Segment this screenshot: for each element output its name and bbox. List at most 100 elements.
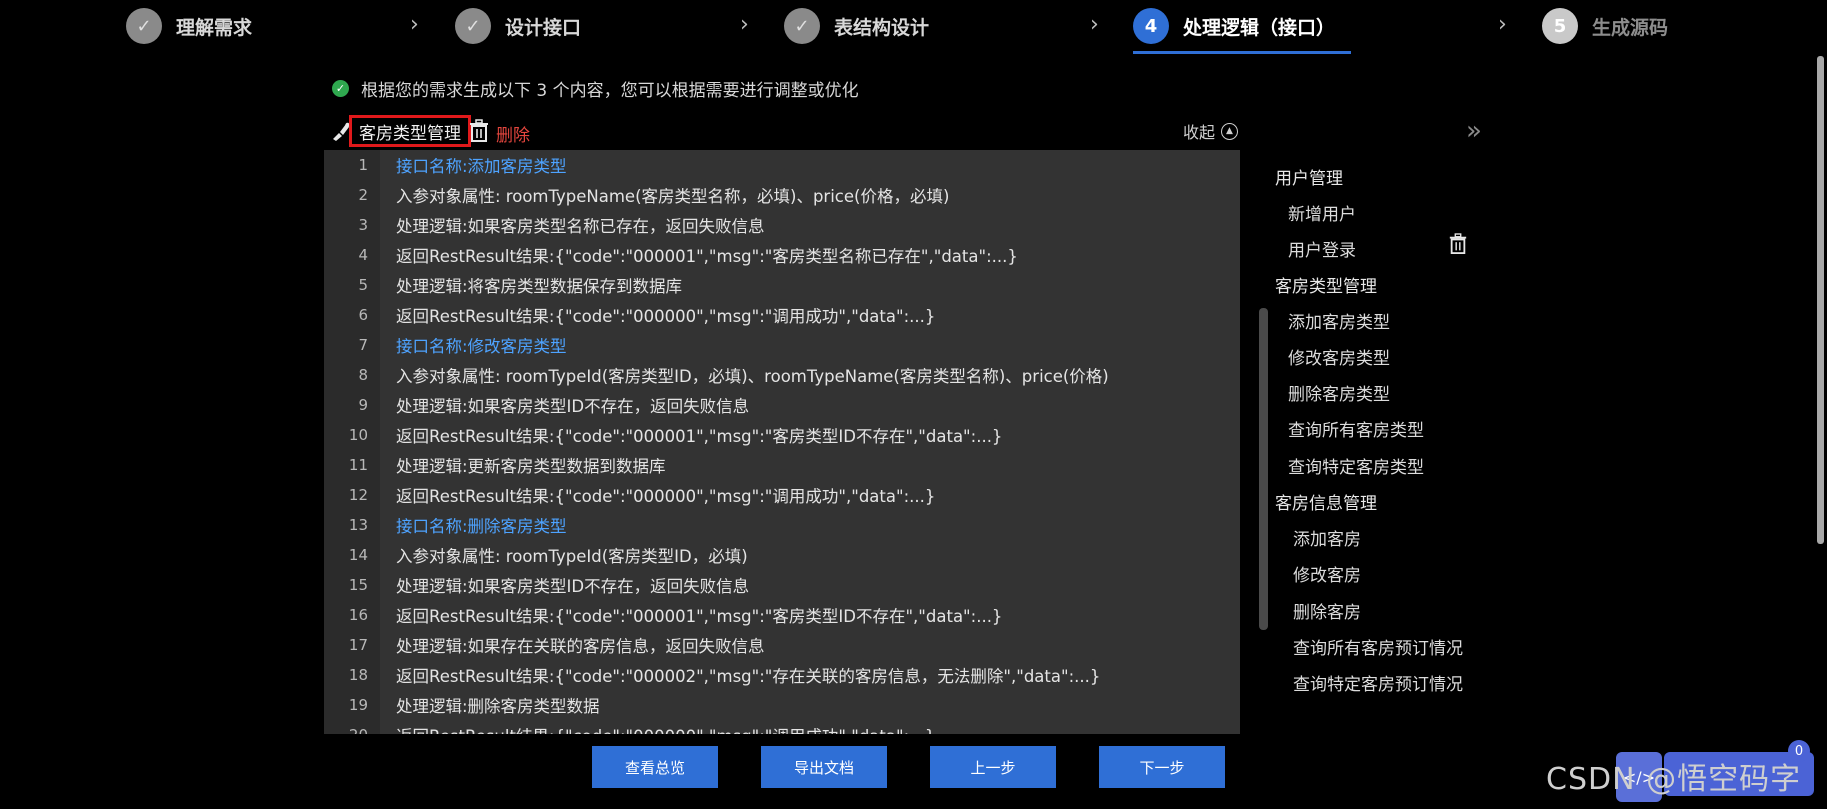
code-line-text: 处理逻辑:将客房类型数据保存到数据库	[396, 277, 683, 296]
tree-item[interactable]: 用户登录	[1288, 236, 1356, 261]
line-number: 20	[324, 726, 380, 734]
stepper: ✓ 理解需求 › ✓ 设计接口 › ✓ 表结构设计 › 4 处理逻辑（接口） ›…	[0, 0, 1827, 56]
trash-icon[interactable]	[1448, 233, 1468, 255]
export-document-button[interactable]: 导出文档	[761, 746, 887, 788]
line-number: 6	[358, 306, 368, 324]
code-line[interactable]: 8 入参对象属性: roomTypeId(客房类型ID，必填)、roomTypeN…	[324, 360, 1240, 390]
interface-name-line: 接口名称:删除客房类型	[396, 517, 567, 536]
line-number: 15	[348, 576, 368, 594]
code-line[interactable]: 1 接口名称:添加客房类型	[324, 150, 1240, 180]
code-line[interactable]: 3 处理逻辑:如果客房类型名称已存在，返回失败信息	[324, 210, 1240, 240]
module-name-input[interactable]: 客房类型管理	[349, 115, 471, 147]
code-line[interactable]: 6 返回RestResult结果:{"code":"000000","msg":"…	[324, 300, 1240, 330]
step-check-icon: ✓	[784, 8, 820, 44]
chevron-right-icon: ›	[740, 12, 749, 37]
collapse-label: 收起	[1182, 123, 1215, 142]
code-line-text: 处理逻辑:如果客房类型ID不存在，返回失败信息	[396, 397, 750, 416]
line-number: 9	[358, 396, 368, 414]
line-number: 8	[358, 366, 368, 384]
code-line[interactable]: 12 返回RestResult结果:{"code":"000000","msg":…	[324, 480, 1240, 510]
tree-item[interactable]: 查询特定客房类型	[1288, 453, 1424, 478]
step-understand-requirements[interactable]: ✓ 理解需求	[126, 6, 252, 46]
line-number: 18	[348, 666, 368, 684]
line-number: 12	[348, 486, 368, 504]
chevron-right-icon: ›	[1090, 12, 1099, 37]
chevron-right-icon: ›	[410, 12, 419, 37]
code-line[interactable]: 10 返回RestResult结果:{"code":"000001","msg":…	[324, 420, 1240, 450]
code-line-text: 返回RestResult结果:{"code":"000000","msg":"调…	[396, 307, 936, 326]
tree-group-user-management[interactable]: 用户管理	[1275, 164, 1343, 189]
code-line[interactable]: 18 返回RestResult结果:{"code":"000002","msg":…	[324, 660, 1240, 690]
code-line[interactable]: 4 返回RestResult结果:{"code":"000001","msg":"…	[324, 240, 1240, 270]
tree-item[interactable]: 修改客房类型	[1288, 344, 1390, 369]
code-line-text: 处理逻辑:如果存在关联的客房信息，返回失败信息	[396, 637, 765, 656]
code-line[interactable]: 17 处理逻辑:如果存在关联的客房信息，返回失败信息	[324, 630, 1240, 660]
step-design-interface[interactable]: ✓ 设计接口	[455, 6, 581, 46]
chevron-up-icon: ▲	[1221, 122, 1238, 140]
line-number: 10	[348, 426, 368, 444]
step-generate-source[interactable]: 5 生成源码	[1542, 6, 1668, 46]
code-line-text: 入参对象属性: roomTypeId(客房类型ID，必填)	[396, 547, 748, 566]
step-number: 4	[1133, 8, 1169, 44]
line-number: 1	[358, 156, 368, 174]
interface-name-line: 接口名称:添加客房类型	[396, 157, 567, 176]
chevron-right-icon: ›	[1498, 12, 1507, 37]
tree-item[interactable]: 查询所有客房类型	[1288, 416, 1424, 441]
next-step-button[interactable]: 下一步	[1099, 746, 1225, 788]
editor-scrollbar[interactable]	[1259, 308, 1268, 630]
tree-item[interactable]: 添加客房	[1293, 525, 1361, 550]
step-label: 生成源码	[1592, 16, 1669, 39]
step-label: 理解需求	[176, 16, 253, 39]
view-overview-button[interactable]: 查看总览	[592, 746, 718, 788]
line-number: 4	[358, 246, 368, 264]
check-circle-icon: ✓	[332, 80, 349, 97]
watermark: CSDN @悟空码字	[1546, 762, 1802, 797]
double-chevron-right-icon[interactable]: »	[1466, 116, 1482, 146]
delete-module-link[interactable]: 删除	[496, 121, 530, 146]
code-line[interactable]: 2 入参对象属性: roomTypeName(客房类型名称，必填)、price(价…	[324, 180, 1240, 210]
code-line-text: 处理逻辑:删除客房类型数据	[396, 697, 600, 716]
code-line-text: 返回RestResult结果:{"code":"000000","msg":"调…	[396, 487, 936, 506]
code-editor[interactable]: 1 接口名称:添加客房类型 2 入参对象属性: roomTypeName(客房类型名称…	[324, 150, 1240, 734]
code-line[interactable]: 14 入参对象属性: roomTypeId(客房类型ID，必填)	[324, 540, 1240, 570]
code-line[interactable]: 7 接口名称:修改客房类型	[324, 330, 1240, 360]
code-line-text: 返回RestResult结果:{"code":"000001","msg":"客…	[396, 607, 1003, 626]
step-table-design[interactable]: ✓ 表结构设计	[784, 6, 929, 46]
line-number: 17	[348, 636, 368, 654]
tree-item[interactable]: 查询所有客房预订情况	[1293, 634, 1463, 659]
tree-group-room-info-management[interactable]: 客房信息管理	[1275, 489, 1377, 514]
code-line[interactable]: 19 处理逻辑:删除客房类型数据	[324, 690, 1240, 720]
code-line-text: 入参对象属性: roomTypeId(客房类型ID，必填)、roomTypeNa…	[396, 367, 1109, 386]
step-label: 处理逻辑（接口）	[1183, 16, 1336, 39]
tree-item[interactable]: 修改客房	[1293, 561, 1361, 586]
code-line[interactable]: 5 处理逻辑:将客房类型数据保存到数据库	[324, 270, 1240, 300]
step-label: 表结构设计	[834, 16, 930, 39]
tree-item[interactable]: 删除客房	[1293, 598, 1361, 623]
step-process-logic[interactable]: 4 处理逻辑（接口）	[1133, 6, 1335, 46]
step-number: 5	[1542, 8, 1578, 44]
trash-icon[interactable]	[468, 119, 490, 143]
code-line[interactable]: 16 返回RestResult结果:{"code":"000001","msg":…	[324, 600, 1240, 630]
code-line[interactable]: 9 处理逻辑:如果客房类型ID不存在，返回失败信息	[324, 390, 1240, 420]
generation-notice: ✓ 根据您的需求生成以下 3 个内容，您可以根据需要进行调整或优化	[332, 76, 859, 101]
code-line-text: 处理逻辑:更新客房类型数据到数据库	[396, 457, 666, 476]
step-check-icon: ✓	[126, 8, 162, 44]
line-number: 16	[348, 606, 368, 624]
previous-step-button[interactable]: 上一步	[930, 746, 1056, 788]
tree-group-room-type-management[interactable]: 客房类型管理	[1275, 272, 1377, 297]
page-scrollbar[interactable]	[1817, 56, 1824, 544]
line-number: 3	[358, 216, 368, 234]
code-line-text: 处理逻辑:如果客房类型ID不存在，返回失败信息	[396, 577, 750, 596]
tree-item[interactable]: 新增用户	[1288, 200, 1356, 225]
tree-item[interactable]: 删除客房类型	[1288, 380, 1390, 405]
collapse-button[interactable]: 收起 ▲	[1183, 119, 1238, 143]
code-line[interactable]: 15 处理逻辑:如果客房类型ID不存在，返回失败信息	[324, 570, 1240, 600]
code-line[interactable]: 13 接口名称:删除客房类型	[324, 510, 1240, 540]
line-number: 2	[358, 186, 368, 204]
tree-item[interactable]: 添加客房类型	[1288, 308, 1390, 333]
code-line[interactable]: 20 返回RestResult结果:{"code":"000000","msg":…	[324, 720, 1240, 734]
code-line-text: 处理逻辑:如果客房类型名称已存在，返回失败信息	[396, 217, 765, 236]
code-line[interactable]: 11 处理逻辑:更新客房类型数据到数据库	[324, 450, 1240, 480]
line-number: 5	[358, 276, 368, 294]
tree-item[interactable]: 查询特定客房预订情况	[1293, 670, 1463, 695]
